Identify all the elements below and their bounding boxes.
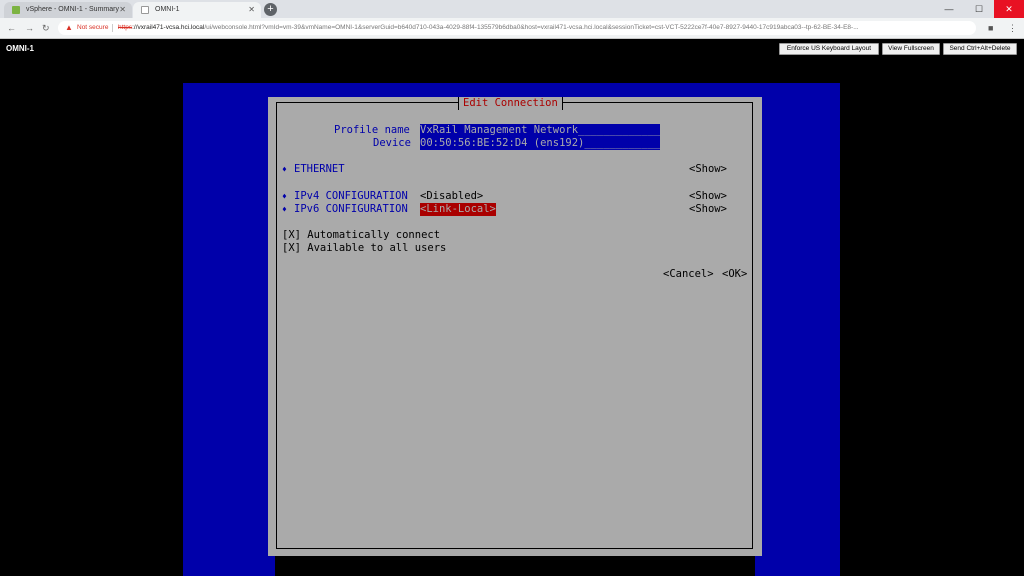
url-host: ://vxrail471-vcsa.hci.local bbox=[132, 24, 205, 31]
ipv4-method-dropdown[interactable]: <Disabled> bbox=[420, 190, 483, 203]
close-tab-icon[interactable]: ✕ bbox=[119, 2, 126, 17]
security-label: Not secure bbox=[77, 24, 109, 31]
tab-title: OMNI-1 bbox=[155, 6, 180, 13]
tab-vsphere-summary[interactable]: vSphere - OMNI-1 - Summary ✕ bbox=[4, 2, 132, 18]
reload-icon[interactable]: ↻ bbox=[42, 21, 50, 35]
send-ctrl-alt-delete-button[interactable]: Send Ctrl+Alt+Delete bbox=[943, 43, 1017, 55]
dialog-frame bbox=[276, 102, 753, 549]
auto-connect-checkbox[interactable]: [X] Automatically connect bbox=[282, 229, 440, 242]
vm-name: OMNI-1 bbox=[6, 44, 34, 53]
all-users-checkbox[interactable]: [X] Available to all users bbox=[282, 242, 446, 255]
ipv6-method-dropdown[interactable]: <Link-Local> bbox=[420, 203, 496, 216]
expand-diamond-icon: ♦ bbox=[282, 165, 287, 174]
ipv4-config-label: IPv4 CONFIGURATION bbox=[294, 190, 408, 202]
cancel-button[interactable]: <Cancel> bbox=[663, 268, 714, 281]
device-input[interactable]: 00:50:56:BE:52:D4 (ens192)____________ bbox=[420, 137, 661, 150]
separator bbox=[112, 24, 113, 32]
profile-name-input[interactable]: VxRail Management Network_____________ bbox=[420, 124, 661, 137]
console-background bbox=[755, 83, 840, 576]
url-path: /ui/webconsole.html?vmId=vm-39&vmName=OM… bbox=[204, 24, 859, 31]
maximize-icon[interactable]: ☐ bbox=[964, 0, 994, 18]
close-window-icon[interactable]: ✕ bbox=[994, 0, 1024, 18]
console-background bbox=[183, 83, 275, 576]
enforce-keyboard-button[interactable]: Enforce US Keyboard Layout bbox=[779, 43, 879, 55]
device-label: Device bbox=[373, 137, 411, 149]
ipv6-config-label: IPv6 CONFIGURATION bbox=[294, 203, 408, 215]
ethernet-label: ETHERNET bbox=[294, 163, 345, 175]
browser-tab-bar: vSphere - OMNI-1 - Summary ✕ OMNI-1 ✕ + … bbox=[0, 0, 1024, 18]
profile-name-label: Profile name bbox=[334, 124, 410, 136]
warning-icon: ▲ bbox=[65, 23, 73, 32]
back-icon[interactable]: ← bbox=[7, 21, 16, 35]
new-tab-icon[interactable]: + bbox=[264, 3, 277, 16]
close-tab-icon[interactable]: ✕ bbox=[248, 2, 255, 17]
menu-icon[interactable]: ⋮ bbox=[1008, 21, 1017, 35]
edit-connection-dialog: Edit Connection Profile name VxRail Mana… bbox=[268, 97, 762, 556]
url-scheme: https bbox=[118, 24, 133, 31]
page-icon bbox=[141, 6, 149, 14]
url-text: https://vxrail471-vcsa.hci.local/ui/webc… bbox=[118, 21, 859, 35]
tab-omni-1[interactable]: OMNI-1 ✕ bbox=[133, 2, 261, 18]
profile-icon[interactable]: ■ bbox=[988, 21, 993, 35]
ipv4-show-button[interactable]: <Show> bbox=[689, 190, 727, 203]
browser-toolbar: ← → ↻ ▲ Not secure https://vxrail471-vcs… bbox=[0, 18, 1024, 39]
tab-title: vSphere - OMNI-1 - Summary bbox=[26, 6, 119, 13]
ok-button[interactable]: <OK> bbox=[722, 268, 747, 281]
address-bar[interactable]: ▲ Not secure https://vxrail471-vcsa.hci.… bbox=[58, 21, 976, 35]
view-fullscreen-button[interactable]: View Fullscreen bbox=[882, 43, 940, 55]
ipv6-show-button[interactable]: <Show> bbox=[689, 203, 727, 216]
expand-diamond-icon: ♦ bbox=[282, 205, 287, 214]
minimize-icon[interactable]: — bbox=[934, 0, 964, 18]
expand-diamond-icon: ♦ bbox=[282, 192, 287, 201]
vsphere-icon bbox=[12, 6, 20, 14]
console-background bbox=[183, 83, 840, 97]
forward-icon[interactable]: → bbox=[25, 21, 34, 35]
ethernet-show-button[interactable]: <Show> bbox=[689, 163, 727, 176]
dialog-title: Edit Connection bbox=[458, 97, 563, 110]
